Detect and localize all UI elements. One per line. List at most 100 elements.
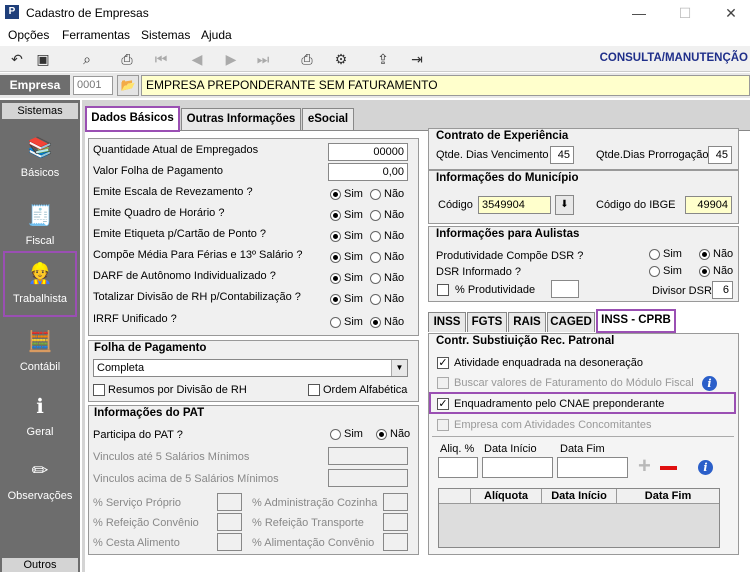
menu-sistemas[interactable]: Sistemas <box>141 28 190 42</box>
empresa-label: Empresa <box>0 75 70 95</box>
close-icon[interactable]: ✕ <box>716 3 746 23</box>
tab-outras-informacoes[interactable]: Outras Informações <box>181 108 301 130</box>
first-record-icon[interactable]: ⏮ <box>150 49 172 69</box>
irrf-radio-sim[interactable]: Sim <box>330 316 363 328</box>
open-folder-icon[interactable]: 📂 <box>117 75 139 96</box>
participa-radio-nao[interactable]: Não <box>376 428 410 440</box>
chevron-down-icon[interactable]: ▼ <box>391 360 407 376</box>
totalizar-radio-sim[interactable]: Sim <box>330 293 363 305</box>
darf-radio-sim[interactable]: Sim <box>330 272 363 284</box>
totalizar-radio-nao[interactable]: Não <box>370 293 404 305</box>
subtab-rais[interactable]: RAIS <box>508 312 546 332</box>
data-inicio-label: Data Início <box>484 443 537 455</box>
add-icon[interactable]: + <box>638 455 651 477</box>
previous-record-icon[interactable]: ◀ <box>186 49 208 69</box>
refeicao-convenio-input[interactable] <box>217 513 242 531</box>
pct-produtividade-input[interactable] <box>551 280 579 298</box>
etiqueta-radio-nao[interactable]: Não <box>370 230 404 242</box>
subtab-inss-cprb[interactable]: INSS - CPRB <box>596 309 676 333</box>
vinculos-ate-input[interactable] <box>328 447 408 465</box>
adm-cozinha-input[interactable] <box>383 493 408 511</box>
folha-select[interactable]: Completa ▼ <box>93 359 408 377</box>
escala-radio-sim[interactable]: Sim <box>330 188 363 200</box>
subtab-inss[interactable]: INSS <box>428 312 466 332</box>
sidebar-item-fiscal[interactable]: 🧾 Fiscal <box>4 201 76 247</box>
remove-icon[interactable] <box>660 466 677 470</box>
servico-proprio-input[interactable] <box>217 493 242 511</box>
atividades-concomitantes-checkbox[interactable]: Empresa com Atividades Concomitantes <box>437 419 651 432</box>
vinculos-acima-input[interactable] <box>328 469 408 487</box>
totalizar-label: Totalizar Divisão de RH p/Contabilização… <box>93 291 301 303</box>
resumos-checkbox[interactable]: Resumos por Divisão de RH <box>93 384 247 397</box>
exit-icon[interactable]: ⇥ <box>406 49 428 69</box>
tab-esocial[interactable]: eSocial <box>302 108 354 130</box>
pat-title: Informações do PAT <box>94 407 205 419</box>
info-icon[interactable]: i <box>702 376 717 391</box>
media-ferias-label: Compõe Média Para Férias e 13º Salário ? <box>93 249 303 261</box>
menu-ferramentas[interactable]: Ferramentas <box>62 28 130 42</box>
alimentacao-convenio-input[interactable] <box>383 533 408 551</box>
export-icon[interactable]: ⇪ <box>372 49 394 69</box>
produtividade-radio-sim[interactable]: Sim <box>649 248 682 260</box>
sidebar-item-geral[interactable]: ℹ Geral <box>4 392 76 438</box>
empresa-code-field[interactable]: 0001 <box>73 76 113 95</box>
valor-folha-input[interactable]: 0,00 <box>328 163 408 181</box>
quadro-horario-label: Emite Quadro de Horário ? <box>93 207 225 219</box>
atividade-desoneracao-checkbox[interactable]: ✓ Atividade enquadrada na desoneração <box>437 357 643 370</box>
media-radio-sim[interactable]: Sim <box>330 251 363 263</box>
dias-prorrogacao-input[interactable]: 45 <box>708 146 732 164</box>
dsr-radio-sim[interactable]: Sim <box>649 265 682 277</box>
sidebar-item-trabalhista[interactable]: 👷 Trabalhista <box>3 251 77 317</box>
dias-vencimento-input[interactable]: 45 <box>550 146 574 164</box>
darf-radio-nao[interactable]: Não <box>370 272 404 284</box>
tab-dados-basicos[interactable]: Dados Básicos <box>85 106 180 132</box>
info-icon-2[interactable]: i <box>698 460 713 475</box>
qtd-empregados-input[interactable]: 00000 <box>328 143 408 161</box>
irrf-radio-nao[interactable]: Não <box>370 316 404 328</box>
subtab-caged[interactable]: CAGED <box>547 312 595 332</box>
pct-produtividade-checkbox[interactable]: % Produtividade <box>437 284 535 297</box>
quadro-radio-nao[interactable]: Não <box>370 209 404 221</box>
cesta-alimento-input[interactable] <box>217 533 242 551</box>
participa-radio-sim[interactable]: Sim <box>330 428 363 440</box>
codigo-input[interactable]: 3549904 <box>478 196 551 214</box>
refeicao-transporte-input[interactable] <box>383 513 408 531</box>
alimentacao-convenio-label: % Alimentação Convênio <box>252 537 375 549</box>
maximize-icon[interactable]: ☐ <box>670 3 700 23</box>
search-icon[interactable]: ⌕ <box>76 49 98 69</box>
etiqueta-radio-sim[interactable]: Sim <box>330 230 363 242</box>
tools-icon[interactable]: ⚙ <box>330 49 352 69</box>
data-inicio-input[interactable] <box>482 457 553 478</box>
menu-opcoes[interactable]: Opções <box>8 28 49 42</box>
minimize-icon[interactable]: — <box>624 3 654 23</box>
print-icon[interactable]: ⎙ <box>296 49 318 69</box>
menu-ajuda[interactable]: Ajuda <box>201 28 232 42</box>
sidebar-item-basicos[interactable]: 📚 Básicos <box>4 133 76 179</box>
dsr-radio-nao[interactable]: Não <box>699 265 733 277</box>
save-icon[interactable]: ▣ <box>32 49 54 69</box>
empresa-name-field[interactable]: EMPRESA PREPONDERANTE SEM FATURAMENTO <box>141 75 750 96</box>
next-record-icon[interactable]: ▶ <box>220 49 242 69</box>
app-icon: P <box>5 5 19 19</box>
sidebar-item-observacoes[interactable]: ✏ Observações <box>4 456 76 502</box>
divisor-dsr-input[interactable]: 6 <box>712 281 733 299</box>
buscar-faturamento-checkbox[interactable]: Buscar valores de Faturamento do Módulo … <box>437 377 694 390</box>
codigo-ibge-input[interactable]: 49904 <box>685 196 732 214</box>
cnae-preponderante-checkbox[interactable]: ✓ Enquadramento pelo CNAE preponderante <box>437 398 664 411</box>
undo-icon[interactable]: ↶ <box>6 49 28 69</box>
download-icon[interactable]: ⬇ <box>555 195 574 215</box>
sidebar-footer[interactable]: Outros <box>2 558 78 572</box>
quadro-radio-sim[interactable]: Sim <box>330 209 363 221</box>
media-radio-nao[interactable]: Não <box>370 251 404 263</box>
ordem-alfabetica-checkbox[interactable]: Ordem Alfabética <box>308 384 407 397</box>
produtividade-radio-nao[interactable]: Não <box>699 248 733 260</box>
adm-cozinha-label: % Administração Cozinha <box>252 497 378 509</box>
last-record-icon[interactable]: ⏭ <box>252 49 274 69</box>
sidebar-item-contabil[interactable]: 🧮 Contábil <box>4 327 76 373</box>
refeicao-transporte-label: % Refeição Transporte <box>252 517 364 529</box>
aliquota-input[interactable] <box>438 457 478 478</box>
escala-radio-nao[interactable]: Não <box>370 188 404 200</box>
preview-icon[interactable]: ⎙ <box>116 49 138 69</box>
data-fim-input[interactable] <box>557 457 628 478</box>
subtab-fgts[interactable]: FGTS <box>467 312 507 332</box>
